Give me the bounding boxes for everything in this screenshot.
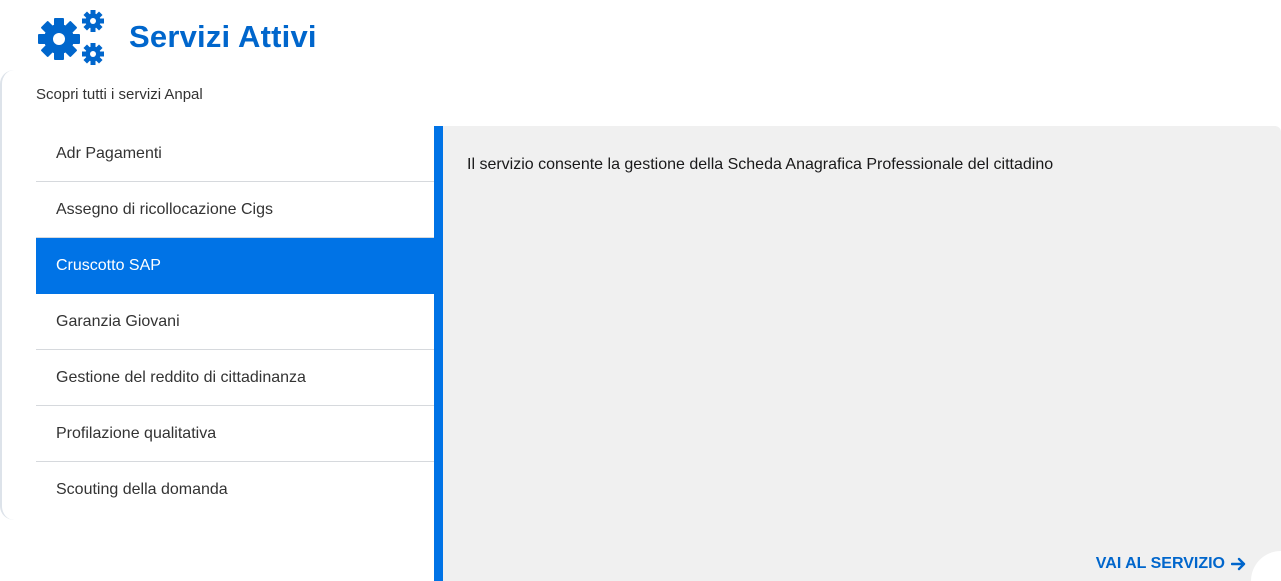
go-to-service-link[interactable]: VAI AL SERVIZIO xyxy=(1096,555,1247,573)
page-subtitle: Scopri tutti i servizi Anpal xyxy=(36,86,203,103)
menu-item-adr-pagamenti[interactable]: Adr Pagamenti xyxy=(36,126,434,182)
section-border xyxy=(0,70,16,520)
service-detail-panel: Il servizio consente la gestione della S… xyxy=(443,126,1281,581)
go-to-service-label: VAI AL SERVIZIO xyxy=(1095,555,1225,572)
menu-item-scouting-domanda[interactable]: Scouting della domanda xyxy=(36,462,434,518)
menu-item-cruscotto-sap[interactable]: Cruscotto SAP xyxy=(36,238,434,294)
arrow-right-icon xyxy=(1231,557,1246,571)
menu-item-garanzia-giovani[interactable]: Garanzia Giovani xyxy=(36,294,434,350)
page-title: Servizi Attivi xyxy=(129,19,317,54)
service-description: Il servizio consente la gestione della S… xyxy=(467,156,1054,173)
gears-icon xyxy=(35,8,113,66)
panel-corner xyxy=(1251,551,1281,581)
page-header: Servizi Attivi xyxy=(35,8,317,66)
menu-item-profilazione-qualitativa[interactable]: Profilazione qualitativa xyxy=(36,406,434,462)
services-menu: Adr Pagamenti Assegno di ricollocazione … xyxy=(36,126,434,518)
menu-item-assegno-ricollocazione[interactable]: Assegno di ricollocazione Cigs xyxy=(36,182,434,238)
active-indicator-bar xyxy=(434,126,443,581)
menu-item-reddito-cittadinanza[interactable]: Gestione del reddito di cittadinanza xyxy=(36,350,434,406)
